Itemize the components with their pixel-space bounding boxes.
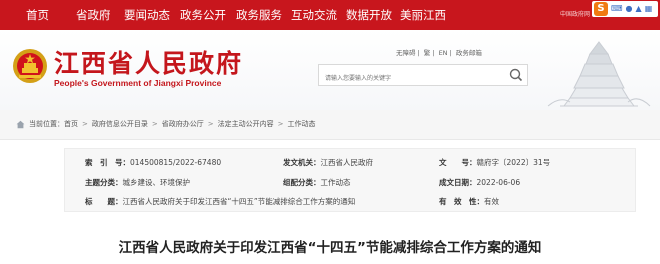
breadcrumb-work-news[interactable]: 工作动态 (288, 119, 316, 129)
info-doc-number: 文 号：赣府字〔2022〕31号 (439, 158, 551, 167)
nav-item-interaction[interactable]: 互动交流 (291, 0, 337, 30)
breadcrumb-bar: 当前位置： 首页 > 政府信息公开目录 > 省政府办公厅 > 法定主动公开内容 … (0, 110, 660, 140)
nav-item-news[interactable]: 要闻动态 (124, 0, 170, 30)
search-box (318, 64, 528, 89)
document-title: 江西省人民政府关于印发江西省“十四五”节能减排综合工作方案的通知 (118, 240, 542, 256)
tengwang-pavilion-image (547, 41, 651, 107)
keyboard-icon: ⌨ (611, 4, 623, 13)
document-info-panel: 索 引 号：014500815/2022-67480 主题分类：城乡建设、环境保… (64, 148, 636, 212)
nav-item-province-gov[interactable]: 省政府 (76, 0, 111, 30)
utility-links: 无障碍 | 繁 | EN | 政务邮箱 (396, 49, 482, 57)
breadcrumb-home[interactable]: 首页 (64, 119, 78, 129)
info-validity: 有 效 性：有效 (439, 197, 499, 206)
shirt-icon: ▲ (635, 4, 642, 13)
nav-item-home[interactable]: 首页 (26, 0, 49, 30)
info-topic: 主题分类：城乡建设、环境保护 (85, 178, 190, 187)
sogou-icon: S (594, 2, 608, 16)
search-input[interactable] (319, 68, 499, 89)
china-gov-link[interactable]: 中国政府网 (560, 0, 590, 30)
breadcrumb-label: 当前位置： (29, 120, 64, 128)
info-index: 索 引 号：014500815/2022-67480 (85, 158, 222, 167)
breadcrumb-general-office[interactable]: 省政府办公厅 (162, 119, 204, 129)
nav-item-services[interactable]: 政务服务 (236, 0, 282, 30)
breadcrumb: 当前位置： 首页 > 政府信息公开目录 > 省政府办公厅 > 法定主动公开内容 … (16, 119, 316, 129)
home-location-icon (16, 120, 25, 128)
info-category: 组配分类：工作动态 (283, 178, 351, 187)
site-subtitle: People's Government of Jiangxi Province (54, 78, 222, 88)
breadcrumb-catalog[interactable]: 政府信息公开目录 (92, 119, 148, 129)
national-emblem-icon (13, 49, 47, 83)
english-link[interactable]: EN (439, 49, 448, 57)
site-title: 江西省人民政府 (54, 49, 244, 78)
search-icon[interactable] (507, 67, 525, 83)
info-issuer: 发文机关：江西省人民政府 (283, 158, 373, 167)
nav-item-open-gov[interactable]: 政务公开 (180, 0, 226, 30)
info-date: 成文日期：2022-06-06 (439, 178, 521, 187)
info-title: 标 题：江西省人民政府关于印发江西省“十四五”节能减排综合工作方案的通知 (85, 197, 356, 206)
breadcrumb-statutory[interactable]: 法定主动公开内容 (218, 119, 274, 129)
sogou-toolbar[interactable]: S ⌨ ● ▲ ▦ (592, 1, 658, 17)
nav-item-beautiful-jiangxi[interactable]: 美丽江西 (400, 0, 446, 30)
traditional-chinese-link[interactable]: 繁 (424, 49, 431, 57)
mic-icon: ● (625, 4, 633, 13)
accessibility-link[interactable]: 无障碍 (396, 49, 416, 57)
top-nav: 首页 省政府 要闻动态 政务公开 政务服务 互动交流 数据开放 美丽江西 中国政… (0, 0, 660, 30)
grid-icon: ▦ (644, 4, 653, 13)
nav-item-open-data[interactable]: 数据开放 (346, 0, 392, 30)
gov-mail-link[interactable]: 政务邮箱 (456, 49, 482, 57)
